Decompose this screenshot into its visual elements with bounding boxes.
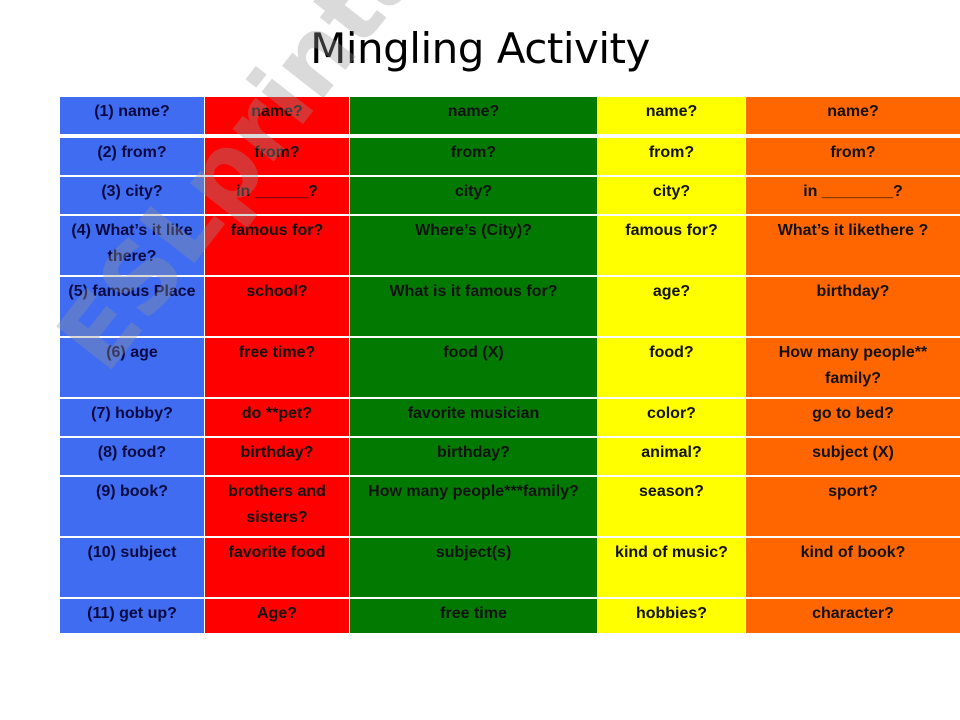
question-label-cell: (7) hobby?	[59, 397, 205, 437]
question-label-cell: (1) name?	[59, 97, 205, 136]
table-cell: subject (X)	[745, 436, 960, 476]
table-cell: in ________?	[745, 175, 960, 215]
table-cell: subject(s)	[349, 536, 598, 598]
table-cell: from?	[349, 134, 598, 176]
table-cell: character?	[745, 597, 960, 633]
question-label-cell: (10) subject	[59, 536, 205, 598]
table-cell: birthday?	[204, 436, 350, 476]
table-row: (5) famous Place school? What is it famous…	[59, 275, 960, 337]
question-label-cell: (8) food?	[59, 436, 205, 476]
table-cell: season?	[597, 475, 746, 537]
question-label-cell: (3) city?	[59, 175, 205, 215]
table-cell: name?	[597, 97, 746, 136]
table-row: (3) city? in ______? city? city? in ________…	[59, 175, 960, 215]
table-cell: food?	[597, 336, 746, 398]
slide-title: Mingling Activity	[310, 24, 650, 73]
table-cell: go to bed?	[745, 397, 960, 437]
table-cell: hobbies?	[597, 597, 746, 633]
question-label-cell: (4) What’s it like there?	[59, 214, 205, 276]
table-cell: city?	[597, 175, 746, 215]
table-cell: animal?	[597, 436, 746, 476]
table-cell: Where’s (City)?	[349, 214, 598, 276]
question-label-cell: (6) age	[59, 336, 205, 398]
question-label-cell: (2) from?	[59, 134, 205, 176]
table-cell: kind of book?	[745, 536, 960, 598]
table-cell: What’s it likethere ?	[745, 214, 960, 276]
table-cell: favorite food	[204, 536, 350, 598]
table-cell: name?	[745, 97, 960, 136]
table-cell: favorite musician	[349, 397, 598, 437]
table-cell: color?	[597, 397, 746, 437]
table-row: (11) get up? Age? free time hobbies? charact…	[59, 597, 960, 633]
table-row: (6) age free time? food (X) food? How many p…	[59, 336, 960, 398]
table-cell: from?	[204, 134, 350, 176]
table-row: (9) book? brothers and sisters? How many p…	[59, 475, 960, 537]
table-cell: famous for?	[597, 214, 746, 276]
question-label-cell: (9) book?	[59, 475, 205, 537]
table-cell: from?	[597, 134, 746, 176]
table-cell: free time	[349, 597, 598, 633]
table-cell: How many people** family?	[745, 336, 960, 398]
table-row: (7) hobby? do **pet? favorite musician colo…	[59, 397, 960, 437]
table-row: (4) What’s it like there? famous for? Wher…	[59, 214, 960, 276]
table-cell: How many people***family?	[349, 475, 598, 537]
table-cell: sport?	[745, 475, 960, 537]
table-row: (2) from? from? from? from? from?	[59, 134, 960, 176]
table-cell: age?	[597, 275, 746, 337]
table-cell: do **pet?	[204, 397, 350, 437]
question-label-cell: (5) famous Place	[59, 275, 205, 337]
table-cell: famous for?	[204, 214, 350, 276]
table-cell: school?	[204, 275, 350, 337]
table-cell: from?	[745, 134, 960, 176]
table-row: (10) subject favorite food subject(s) kind …	[59, 536, 960, 598]
table-cell: birthday?	[349, 436, 598, 476]
mingling-table: (1) name? name? name? name? name? (2) from? fr…	[59, 97, 960, 633]
table-row: (1) name? name? name? name? name?	[59, 97, 960, 136]
table-cell: name?	[204, 97, 350, 136]
table-cell: brothers and sisters?	[204, 475, 350, 537]
table-row: (8) food? birthday? birthday? animal? subjec…	[59, 436, 960, 476]
table-cell: free time?	[204, 336, 350, 398]
table-cell: Age?	[204, 597, 350, 633]
table-cell: name?	[349, 97, 598, 136]
table-cell: city?	[349, 175, 598, 215]
table-cell: food (X)	[349, 336, 598, 398]
table-cell: kind of music?	[597, 536, 746, 598]
question-label-cell: (11) get up?	[59, 597, 205, 633]
table-cell: birthday?	[745, 275, 960, 337]
table-cell: What is it famous for?	[349, 275, 598, 337]
table-cell: in ______?	[204, 175, 350, 215]
